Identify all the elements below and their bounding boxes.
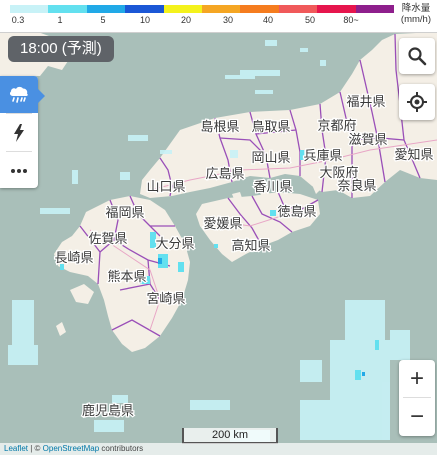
osm-link[interactable]: OpenStreetMap xyxy=(43,444,99,453)
label-fukuoka: 福岡県 xyxy=(105,205,144,220)
legend-swatch-7 xyxy=(278,5,318,13)
legend-swatch-1 xyxy=(48,5,87,13)
label-kagawa: 香川県 xyxy=(253,179,292,194)
label-nara: 奈良県 xyxy=(337,178,376,193)
legend-tick: 0.3 xyxy=(11,15,25,25)
label-oita: 大分県 xyxy=(155,236,194,251)
label-yamaguchi: 山口県 xyxy=(146,179,185,194)
search-icon xyxy=(408,47,427,66)
legend-swatch-3 xyxy=(125,5,164,13)
legend-tick: 10 xyxy=(139,15,151,25)
legend-swatch-6 xyxy=(240,5,279,13)
legend-tick: 30 xyxy=(222,15,234,25)
leaflet-link[interactable]: Leaflet xyxy=(4,444,28,453)
lightning-layer-button[interactable] xyxy=(0,114,38,151)
legend-unit-label: 降水量 xyxy=(401,3,431,14)
attribution-suffix: contributors xyxy=(99,444,144,453)
weather-map[interactable]: 福井県 島根県 鳥取県 京都府 滋賀県 愛知県 岡山県 兵庫県 大阪府 奈良県 … xyxy=(0,0,437,455)
legend-color-bar xyxy=(10,5,395,13)
label-kumamoto: 熊本県 xyxy=(107,269,146,284)
legend-swatch-4 xyxy=(163,5,203,13)
label-kyoto: 京都府 xyxy=(317,118,356,133)
label-miyazaki: 宮崎県 xyxy=(146,291,185,306)
scale-bar: 200 km xyxy=(182,428,278,444)
more-layers-button[interactable] xyxy=(0,152,38,189)
label-ehime: 愛媛県 xyxy=(203,216,242,231)
label-shiga: 滋賀県 xyxy=(348,132,387,147)
current-location-button[interactable] xyxy=(399,84,435,120)
label-aichi: 愛知県 xyxy=(394,147,433,162)
rain-layer-button[interactable] xyxy=(0,76,38,113)
lightning-icon xyxy=(14,123,24,142)
attribution-separator: | © xyxy=(28,444,43,453)
active-layer-pointer xyxy=(38,89,45,103)
legend-unit-value: (mm/h) xyxy=(400,14,431,25)
legend-tick: 40 xyxy=(262,15,274,25)
label-shimane: 島根県 xyxy=(200,119,239,134)
legend-unit: 降水量 (mm/h) xyxy=(401,3,431,25)
precipitation-legend: 0.3 1 5 10 20 30 40 50 80~ 降水量 (mm/h) xyxy=(0,0,437,33)
legend-swatch-5 xyxy=(202,5,241,13)
label-kagoshima: 鹿児島県 xyxy=(82,403,134,418)
label-tokushima: 徳島県 xyxy=(277,204,316,219)
label-okayama: 岡山県 xyxy=(251,150,290,165)
label-hiroshima: 広島県 xyxy=(205,166,244,181)
label-nagasaki: 長崎県 xyxy=(54,250,93,265)
legend-tick: 5 xyxy=(100,15,106,25)
legend-swatch-9 xyxy=(355,5,395,13)
label-tottori: 鳥取県 xyxy=(251,119,290,134)
label-saga: 佐賀県 xyxy=(88,231,127,246)
map-attribution: Leaflet | © OpenStreetMap contributors xyxy=(0,443,437,455)
legend-tick: 50 xyxy=(304,15,316,25)
locate-crosshair-icon xyxy=(407,92,427,112)
label-fukui: 福井県 xyxy=(346,94,385,109)
label-kochi: 高知県 xyxy=(231,238,270,253)
forecast-time-label[interactable]: 18:00 (予測) xyxy=(8,36,114,62)
zoom-out-button[interactable]: − xyxy=(399,398,435,435)
legend-tick: 80~ xyxy=(343,15,359,25)
more-dots-icon xyxy=(11,168,27,173)
label-hyogo: 兵庫県 xyxy=(303,148,342,163)
zoom-in-button[interactable]: + xyxy=(399,360,435,397)
legend-swatch-0 xyxy=(10,5,49,13)
legend-swatch-2 xyxy=(86,5,126,13)
legend-swatch-8 xyxy=(317,5,356,13)
search-button[interactable] xyxy=(399,38,435,74)
zoom-control: + − xyxy=(399,360,435,436)
layer-panel xyxy=(0,76,38,188)
rain-cloud-icon xyxy=(9,86,28,103)
legend-tick: 20 xyxy=(180,15,192,25)
legend-tick: 1 xyxy=(57,15,63,25)
